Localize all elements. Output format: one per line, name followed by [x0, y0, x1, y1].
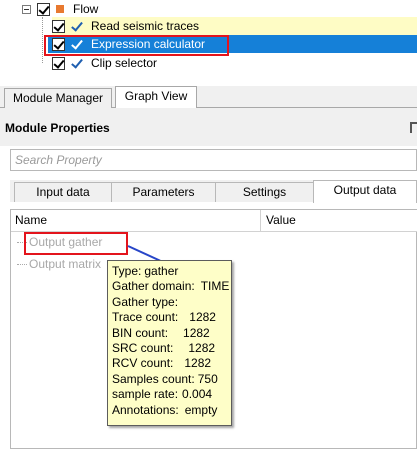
- tree-item-clip-selector[interactable]: Clip selector: [52, 54, 157, 72]
- tree-dots: [17, 264, 27, 266]
- item-checkbox[interactable]: [52, 37, 65, 51]
- column-header-value[interactable]: Value: [266, 213, 296, 227]
- tree-item-label: Expression calculator: [91, 37, 206, 51]
- tooltip-line-src-count: SRC count: 1282: [112, 341, 216, 356]
- tab-graph-view[interactable]: Graph View: [115, 86, 197, 108]
- flow-checkbox[interactable]: [37, 2, 50, 16]
- tab-module-manager[interactable]: Module Manager: [4, 88, 112, 108]
- tree-root-flow[interactable]: Flow: [22, 0, 98, 18]
- item-checkbox[interactable]: [52, 56, 65, 70]
- tooltip-line-type: Type: gather: [112, 264, 179, 278]
- flow-label: Flow: [73, 2, 99, 16]
- check-mark-icon: [71, 57, 83, 70]
- tree-connector: [42, 17, 43, 63]
- tree-item-expression-calculator[interactable]: Expression calculator: [48, 35, 417, 53]
- tab-parameters[interactable]: Parameters: [111, 182, 216, 202]
- output-gather-tooltip: Type: gather Gather domain: TIME Gather ty…: [107, 260, 232, 426]
- module-properties-header: Module Properties: [0, 108, 417, 146]
- tree-item-read-seismic-traces[interactable]: Read seismic traces: [52, 17, 417, 35]
- tree-item-label: Read seismic traces: [91, 19, 200, 33]
- tooltip-line-sample-rate: sample rate: 0.004: [112, 387, 213, 402]
- tooltip-line-rcv-count: RCV count: 1282: [112, 356, 212, 371]
- flow-tree: Flow Read seismic traces Expression calc…: [0, 0, 417, 88]
- property-name: Output gather: [29, 235, 103, 249]
- tooltip-line-gather-domain: Gather domain: TIME: [112, 279, 230, 294]
- panel-menu-icon[interactable]: [410, 122, 417, 133]
- property-row-output-gather[interactable]: Output gather: [11, 235, 417, 255]
- tooltip-line-annotations: Annotations: empty: [112, 402, 218, 417]
- tab-output-data[interactable]: Output data: [313, 180, 417, 203]
- tree-dots: [17, 242, 27, 244]
- tooltip-line-samples-count: Samples count: 750: [112, 371, 218, 386]
- tooltip-line-gather-type: Gather type:: [112, 294, 179, 309]
- panel-title: Module Properties: [5, 121, 110, 135]
- property-tabs: Input data Parameters Settings Output da…: [10, 180, 417, 203]
- tooltip-line-bin-count: BIN count: 1282: [112, 325, 210, 340]
- property-name: Output matrix: [29, 257, 102, 271]
- flow-icon: [56, 5, 64, 13]
- search-property-input[interactable]: [10, 149, 417, 171]
- item-checkbox[interactable]: [52, 19, 65, 33]
- view-tabs: Module Manager Graph View: [0, 86, 417, 108]
- grid-header: Name Value: [11, 210, 417, 232]
- column-header-name[interactable]: Name: [15, 213, 47, 227]
- tooltip-line-trace-count: Trace count: 1282: [112, 310, 216, 325]
- column-divider[interactable]: [260, 210, 261, 232]
- tree-item-label: Clip selector: [91, 56, 158, 70]
- tab-settings[interactable]: Settings: [215, 182, 314, 202]
- tab-input-data[interactable]: Input data: [14, 182, 112, 202]
- check-mark-icon: [71, 38, 83, 51]
- collapse-icon[interactable]: [22, 4, 31, 14]
- check-mark-icon: [71, 20, 83, 33]
